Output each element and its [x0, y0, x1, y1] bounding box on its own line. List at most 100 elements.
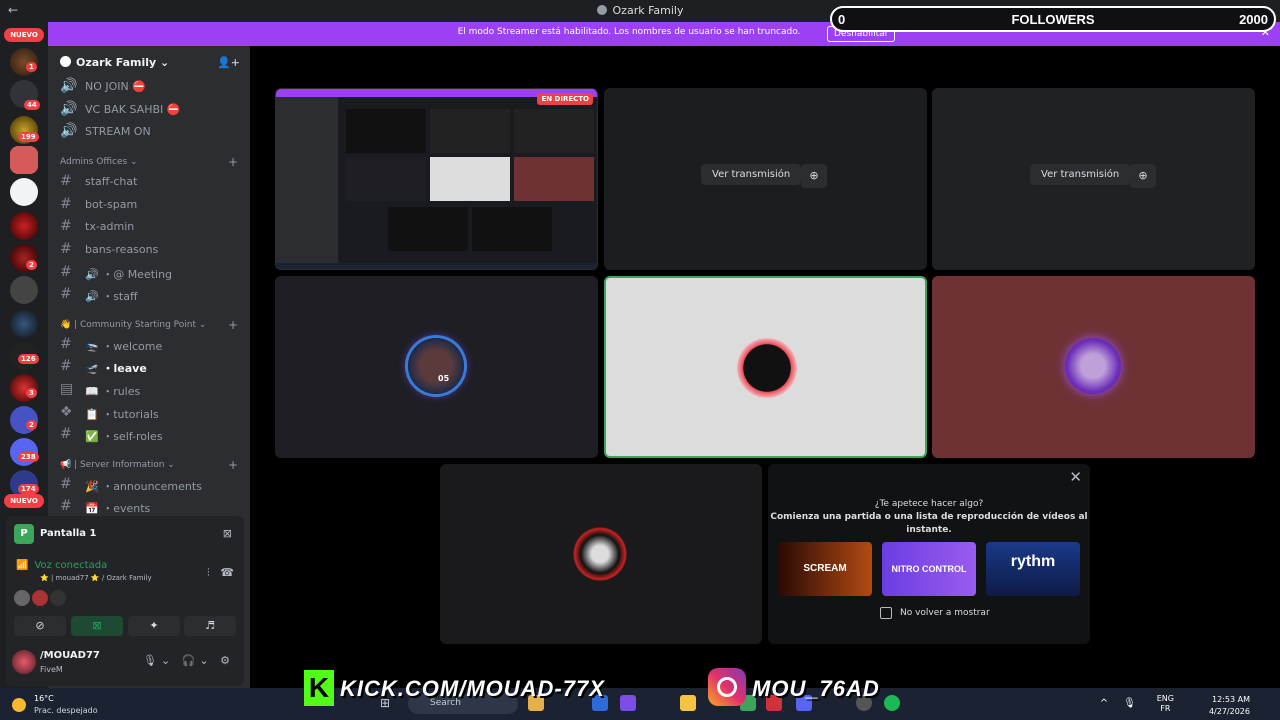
language-secondary: FR [1160, 704, 1171, 713]
taskbar-app-icon[interactable] [620, 695, 636, 711]
category-label: 👋 | Community Starting Point ⌄ [60, 320, 207, 330]
soundboard-button[interactable]: ♬ [184, 616, 236, 636]
hash-icon: # [60, 426, 72, 442]
screen-share-button[interactable]: ⊠ [71, 616, 123, 636]
stream-tile[interactable]: Ver transmisión ⊕ [932, 88, 1255, 270]
channel-self-roles[interactable]: # ✅ ・self-roles [56, 424, 242, 444]
server-icon[interactable] [10, 276, 38, 304]
instagram-icon [708, 668, 746, 706]
channel-label: 🔊 ・staff [85, 290, 138, 303]
headset-icon[interactable]: 🎧⌄ [182, 654, 213, 667]
activities-button[interactable]: ✦ [128, 616, 180, 636]
category-server-info[interactable]: 📢 | Server Information ⌄ + [60, 458, 242, 472]
watch-stream-button[interactable]: Ver transmisión [1030, 164, 1131, 185]
server-icon[interactable] [10, 310, 38, 338]
channel-rules[interactable]: ▤ 📖 ・rules [56, 379, 242, 399]
instagram-handle: MOU_76AD [752, 676, 880, 701]
unread-badge: 174 [18, 484, 39, 494]
clock-date: 4/27/2026 [1208, 707, 1250, 716]
stream-preview-sidebar [276, 97, 338, 263]
hash-icon: # [60, 498, 72, 514]
category-community[interactable]: 👋 | Community Starting Point ⌄ + [60, 318, 242, 332]
stream-preview-taskbar [276, 263, 597, 269]
channel-label: 🛬 ・welcome [85, 340, 163, 353]
hash-icon: # [60, 336, 72, 352]
new-badge: NUEVO [4, 28, 44, 42]
close-icon[interactable]: ✕ [1069, 468, 1082, 486]
unread-badge: 1 [26, 62, 37, 72]
channel-label: 📋 ・tutorials [85, 408, 159, 421]
dont-show-label: No volver a mostrar [900, 608, 990, 618]
channel-announcements[interactable]: # 🎉 ・announcements [56, 474, 242, 494]
channel-label: 🎉 ・announcements [85, 480, 202, 493]
add-channel-icon[interactable]: + [228, 458, 238, 472]
channel-label: VC BAK SAHBI ⛔ [85, 103, 181, 116]
participant-tile[interactable]: 05 [275, 276, 598, 458]
channel-leave[interactable]: # 🛫 ・leave [56, 356, 242, 376]
mic-icon[interactable]: 🎙⌄ [143, 654, 174, 667]
participant-tile[interactable] [932, 276, 1255, 458]
gear-icon[interactable]: ⚙ [220, 654, 234, 667]
channel-staff[interactable]: # 🔊 ・staff [56, 284, 242, 304]
channel-meeting[interactable]: # 🔊 ・@ Meeting [56, 262, 242, 282]
activity-card-rythm[interactable]: rythm [986, 542, 1080, 596]
avatar[interactable] [50, 590, 66, 606]
unread-badge: 2 [26, 420, 37, 430]
signal-icon: 📶 [16, 560, 29, 571]
popout-icon[interactable]: ⊕ [1130, 164, 1156, 188]
disconnect-icon[interactable]: ☎ [220, 566, 234, 579]
channel-vc-bak-sahbi[interactable]: 🔊 VC BAK SAHBI ⛔ [56, 99, 242, 119]
avatar [570, 524, 630, 584]
channel-tutorials[interactable]: ❖ 📋 ・tutorials [56, 402, 242, 422]
popout-icon[interactable]: ⊕ [801, 164, 827, 188]
channel-welcome[interactable]: # 🛬 ・welcome [56, 334, 242, 354]
taskbar-app-icon[interactable] [884, 695, 900, 711]
channel-staff-chat[interactable]: # staff-chat [56, 171, 242, 191]
channel-bot-spam[interactable]: # bot-spam [56, 194, 242, 214]
voice-status-label: Voz conectada [34, 560, 108, 571]
avatar[interactable] [32, 590, 48, 606]
activity-card-scream[interactable]: SCREAM [778, 542, 872, 596]
channel-label: tx-admin [85, 220, 135, 233]
add-channel-icon[interactable]: + [228, 318, 238, 332]
camera-off-button[interactable]: ⊘ [14, 616, 66, 636]
activity-card-nitro-control[interactable]: NITRO CONTROL [882, 542, 976, 596]
stream-tile-live[interactable]: EN DIRECTO [275, 88, 598, 270]
watch-stream-button[interactable]: Ver transmisión [701, 164, 802, 185]
speaker-icon: 🔊 [60, 123, 78, 139]
channel-label: NO JOIN ⛔ [85, 80, 146, 93]
unread-badge: 2 [26, 260, 37, 270]
channel-label: 📖 ・rules [85, 385, 141, 398]
weather-condition: Prac. despejado [34, 706, 98, 715]
clock[interactable]: 12:53 AM 4/27/2026 [1209, 694, 1250, 718]
server-icon[interactable] [10, 146, 38, 174]
channel-tx-admin[interactable]: # tx-admin [56, 216, 242, 236]
stream-preview-tile [430, 109, 510, 153]
server-icon[interactable] [10, 178, 38, 206]
participant-tile[interactable] [440, 464, 762, 644]
category-admins[interactable]: Admins Offices ⌄ + [60, 155, 242, 169]
avatar[interactable] [14, 590, 30, 606]
channel-stream-on[interactable]: 🔊 STREAM ON [56, 121, 242, 141]
windows-taskbar: 16°C Prac. despejado ⊞ Search ^ 🎙 ENG FR … [0, 688, 1280, 720]
participant-tile-speaking[interactable] [604, 276, 927, 458]
tray-icons[interactable]: ^ 🎙 [1100, 698, 1142, 709]
channel-bans-reasons[interactable]: # bans-reasons [56, 239, 242, 259]
stream-tile[interactable]: Ver transmisión ⊕ [604, 88, 927, 270]
guild-header[interactable]: Ozark Family ⌄ 👤+ [48, 46, 250, 78]
voice-channel-sub: ⭐ | mouad77 ⭐ / Ozark Family [40, 574, 152, 582]
voice-status[interactable]: 📶 Voz conectada [16, 560, 107, 571]
channel-events[interactable]: # 📅 ・events [56, 496, 242, 516]
server-icon[interactable] [10, 212, 38, 240]
user-name: /MOUAD77 [40, 650, 100, 661]
dont-show-checkbox[interactable] [880, 607, 892, 619]
taskbar-app-icon[interactable] [680, 695, 696, 711]
stop-share-icon[interactable]: ⊠ [223, 527, 232, 540]
channel-label: bans-reasons [85, 243, 159, 256]
invite-icon[interactable]: 👤+ [217, 56, 240, 69]
add-channel-icon[interactable]: + [228, 155, 238, 169]
channel-no-join[interactable]: 🔊 NO JOIN ⛔ [56, 76, 242, 96]
avatar[interactable] [12, 650, 36, 674]
language-indicator[interactable]: ENG FR [1157, 694, 1174, 714]
noise-suppression-icon[interactable]: ⫶ [207, 566, 210, 579]
